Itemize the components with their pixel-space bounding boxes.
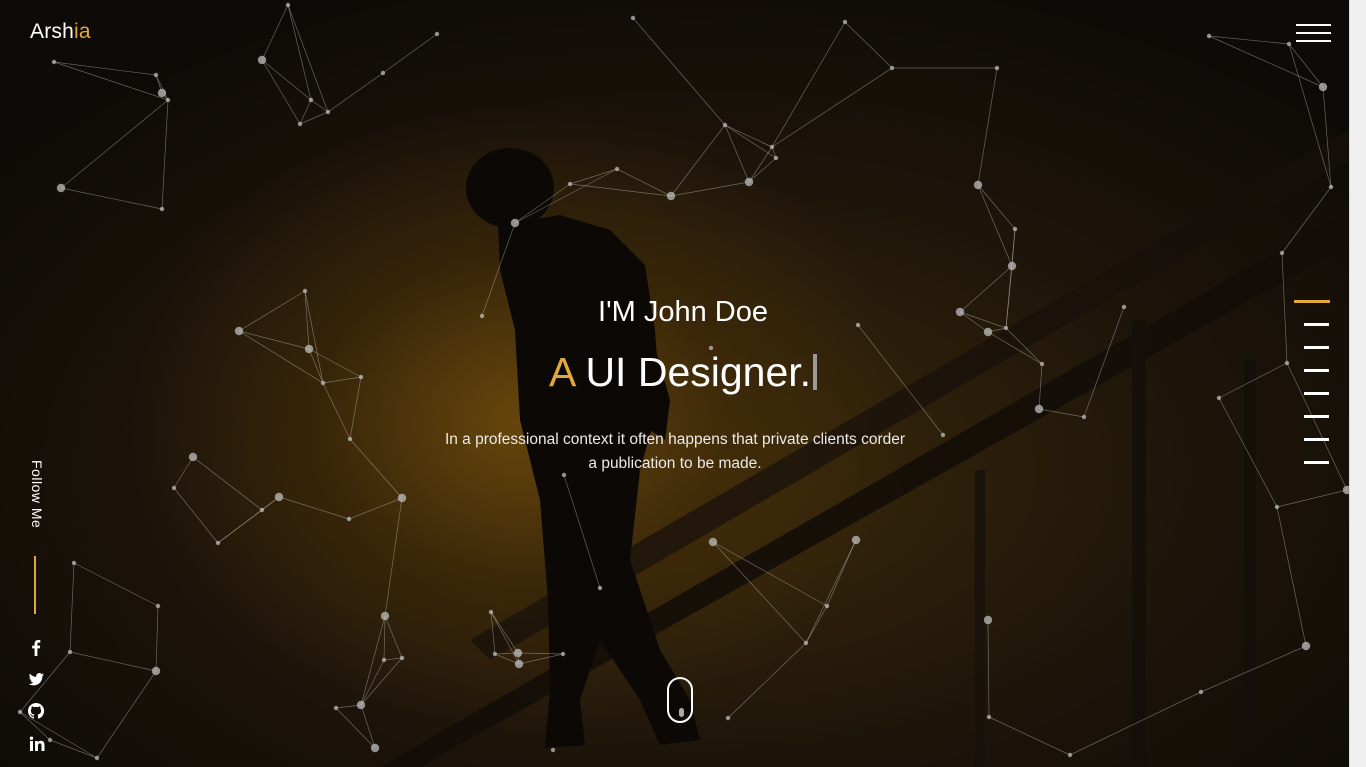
- hero-role-text: UI Designer.: [585, 349, 812, 395]
- hero-heading-block: I'M John Doe A UI Designer.: [283, 296, 1083, 396]
- section-nav-item-3[interactable]: [1304, 346, 1329, 349]
- follow-me-divider: [34, 556, 36, 614]
- brand-logo[interactable]: Arshia: [30, 20, 91, 44]
- section-nav-item-8[interactable]: [1304, 461, 1329, 464]
- section-nav-item-5[interactable]: [1304, 392, 1329, 395]
- scroll-down-mouse-icon[interactable]: [667, 677, 693, 723]
- section-navigation-bullets: [1294, 300, 1330, 470]
- hero-section: Arshia I'M John Doe A UI Designer. In a …: [0, 0, 1366, 767]
- facebook-icon[interactable]: [26, 639, 46, 657]
- page-scrollbar[interactable]: [1349, 0, 1366, 767]
- follow-me-text: Follow Me: [29, 460, 45, 529]
- section-nav-item-2[interactable]: [1304, 323, 1329, 326]
- brand-name-prefix: Arsh: [30, 20, 74, 43]
- typing-cursor: [813, 354, 818, 390]
- section-nav-item-4[interactable]: [1304, 369, 1329, 372]
- section-nav-item-6[interactable]: [1304, 415, 1329, 418]
- linkedin-icon[interactable]: [26, 735, 46, 753]
- hero-greeting: I'M John Doe: [598, 296, 768, 328]
- section-nav-item-1[interactable]: [1294, 300, 1330, 303]
- github-icon[interactable]: [26, 702, 46, 720]
- section-nav-item-7[interactable]: [1304, 438, 1329, 441]
- hero-role: A UI Designer.: [283, 349, 1083, 396]
- hero-description-line-1: In a professional context it often happe…: [444, 431, 906, 448]
- hero-role-accent: A: [548, 349, 575, 395]
- hero-description: In a professional context it often happe…: [428, 428, 922, 476]
- hero-description-line-2: a publication to be made.: [588, 455, 762, 472]
- brand-name-accent: ia: [73, 20, 91, 43]
- scroll-wheel-indicator: [679, 708, 684, 717]
- hamburger-menu-button[interactable]: [1296, 24, 1332, 44]
- follow-me-label: Follow Me: [25, 460, 45, 540]
- twitter-icon[interactable]: [26, 671, 46, 689]
